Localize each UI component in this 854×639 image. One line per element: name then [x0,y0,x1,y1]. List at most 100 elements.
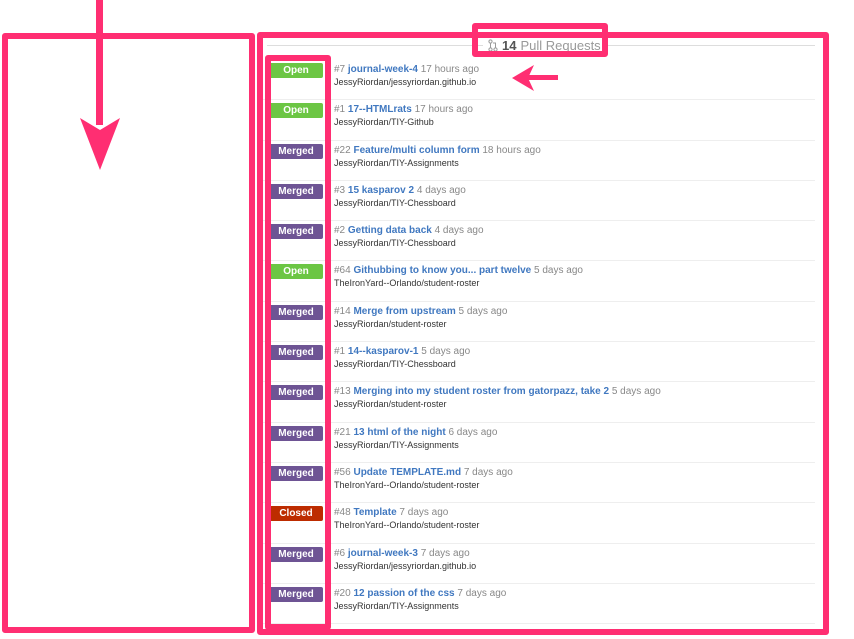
pull-request-repo: JessyRiordan/TIY-Github [334,117,434,128]
pull-request-repo: JessyRiordan/TIY-Assignments [334,600,459,611]
pull-request-number: #7 [334,64,346,75]
pull-request-title-link[interactable]: 13 html of the night [353,427,445,438]
pull-request-number: #13 [334,386,351,398]
pull-request-repo: JessyRiordan/TIY-Assignments [334,439,459,450]
pull-request-info: #1 14--kasparov-1 5 days ago JessyRiordan… [334,346,470,369]
pull-requests-header: 14 Pull Requests [483,35,608,55]
pull-request-title-link[interactable]: 12 passion of the css [353,588,454,599]
pull-request-time: 6 days ago [448,426,498,438]
pull-request-row[interactable]: Merged #6 journal-week-3 7 days ago JessyR… [263,544,815,584]
status-badge: Merged [269,345,323,361]
pull-request-time: 7 days ago [457,587,507,599]
pull-request-time: 5 days ago [421,346,471,358]
pull-request-title-link[interactable]: journal-week-4 [348,64,418,75]
pull-request-repo: JessyRiordan/TIY-Assignments [334,157,459,168]
status-badge: Open [269,264,323,280]
annotation-arrow-left-icon [512,65,558,91]
pull-request-title-link[interactable]: 15 kasparov 2 [348,185,414,196]
status-badge: Merged [269,425,323,441]
pull-request-title-link[interactable]: Update TEMPLATE.md [353,467,461,478]
pull-request-repo: JessyRiordan/jessyriordan.github.io [334,560,477,571]
pull-request-number: #14 [334,305,351,317]
status-badge: Closed [269,506,323,522]
pull-request-icon [488,38,498,52]
pull-request-repo: JessyRiordan/jessyriordan.github.io [334,77,477,87]
pull-request-title-link[interactable]: 17--HTMLrats [348,104,412,115]
pull-request-info: #1 17--HTMLrats 17 hours ago JessyRiordan… [334,104,473,127]
pull-request-repo: JessyRiordan/student-roster [334,318,447,329]
pull-request-time: 5 days ago [611,386,661,398]
pull-request-time: 7 days ago [420,547,470,559]
annotation-arrow-down-icon [80,0,120,170]
pull-request-number: #56 [334,466,351,478]
pull-request-info: #48 Template 7 days ago TheIronYard--Orla… [334,507,479,530]
status-badge: Merged [269,183,323,199]
pull-request-number: #1 [334,346,346,358]
pull-request-info: #21 13 html of the night 6 days ago Jessy… [334,427,497,450]
pull-request-repo: JessyRiordan/student-roster [334,399,447,410]
pull-request-row[interactable]: Merged #56 Update TEMPLATE.md 7 days ago T… [263,463,815,504]
pull-request-row[interactable]: Merged #21 13 html of the night 6 days ag… [263,423,815,463]
pull-request-number: #1 [334,104,346,116]
pull-request-number: #2 [334,225,346,237]
pull-request-row[interactable]: Closed #48 Template 7 days ago TheIronYard… [263,503,815,544]
pull-request-title-link[interactable]: Feature/multi column form [353,145,479,156]
pull-request-time: 4 days ago [416,184,466,196]
pull-request-time: 17 hours ago [420,64,480,75]
pull-request-title-link[interactable]: Template [353,507,396,518]
pull-request-row[interactable]: Merged #1 14--kasparov-1 5 days ago JessyR… [263,342,815,383]
pull-request-row[interactable]: Merged #2 Getting data back 4 days ago Jes… [263,221,815,262]
pull-request-title-link[interactable]: Merge from upstream [353,306,455,317]
pull-request-repo: TheIronYard--Orlando/student-roster [334,479,480,490]
status-badge: Open [269,63,323,78]
pull-request-time: 7 days ago [463,466,513,478]
pull-request-info: #14 Merge from upstream 5 days ago JessyR… [334,306,507,329]
status-badge: Merged [269,304,323,320]
pull-request-info: #64 Githubbing to know you... part twelv… [334,265,583,288]
status-badge: Merged [269,224,323,240]
status-badge: Merged [269,143,323,159]
pull-request-repo: TheIronYard--Orlando/student-roster [334,278,480,289]
pull-request-repo: TheIronYard--Orlando/student-roster [334,520,480,531]
pull-requests-label: Pull Requests [520,37,601,53]
pull-request-title-link[interactable]: Merging into my student roster from gato… [353,386,609,397]
pull-request-info: #13 Merging into my student roster from … [334,386,661,409]
pull-request-time: 4 days ago [434,225,484,237]
pull-requests-panel: 14 Pull Requests Open #7 journal-week-4 1… [263,35,823,633]
pull-request-repo: JessyRiordan/TIY-Chessboard [334,359,456,370]
status-badge: Merged [269,385,323,401]
pull-request-number: #3 [334,184,346,196]
pull-request-row[interactable]: Merged #3 15 kasparov 2 4 days ago JessyRi… [263,181,815,222]
pull-request-info: #7 journal-week-4 17 hours ago JessyRiord… [334,64,479,87]
pull-request-number: #48 [334,507,351,519]
status-badge: Open [269,103,323,119]
pull-request-count: 14 [502,37,517,53]
pull-request-number: #64 [334,265,351,277]
pull-request-row[interactable]: Open #1 17--HTMLrats 17 hours ago JessyRio… [263,100,815,141]
pull-request-title-link[interactable]: Getting data back [348,225,432,236]
status-badge: Merged [269,546,323,562]
pull-request-repo: JessyRiordan/TIY-Chessboard [334,238,456,249]
pull-request-time: 5 days ago [458,305,508,317]
pull-request-row[interactable]: Merged #20 12 passion of the css 7 days a… [263,584,815,625]
pull-request-title-link[interactable]: Githubbing to know you... part twelve [353,265,531,276]
pull-request-title-link[interactable]: 14--kasparov-1 [348,346,419,357]
pull-request-repo: JessyRiordan/TIY-Chessboard [334,197,456,208]
annotation-box-left [2,33,255,633]
pull-request-row[interactable]: Merged #13 Merging into my student roster… [263,382,815,423]
pull-request-time: 17 hours ago [414,104,473,116]
pull-request-row[interactable]: Open #64 Githubbing to know you... part t… [263,261,815,302]
pull-request-info: #56 Update TEMPLATE.md 7 days ago TheIron… [334,467,513,490]
pull-request-info: #3 15 kasparov 2 4 days ago JessyRiordan/… [334,185,466,208]
pull-request-info: #20 12 passion of the css 7 days ago Jess… [334,588,506,611]
pull-request-list: Open #7 journal-week-4 17 hours ago JessyR… [263,60,815,625]
pull-request-info: #6 journal-week-3 7 days ago JessyRiordan… [334,548,476,571]
pull-request-row[interactable]: Merged #14 Merge from upstream 5 days ago… [263,302,815,343]
status-badge: Merged [269,586,323,602]
pull-request-row[interactable]: Merged #22 Feature/multi column form 18 h… [263,141,815,181]
pull-request-info: #22 Feature/multi column form 18 hours a… [334,145,541,168]
pull-request-title-link[interactable]: journal-week-3 [348,548,418,559]
pull-request-time: 18 hours ago [482,144,541,156]
pull-request-number: #21 [334,426,351,438]
pull-request-number: #22 [334,144,351,156]
